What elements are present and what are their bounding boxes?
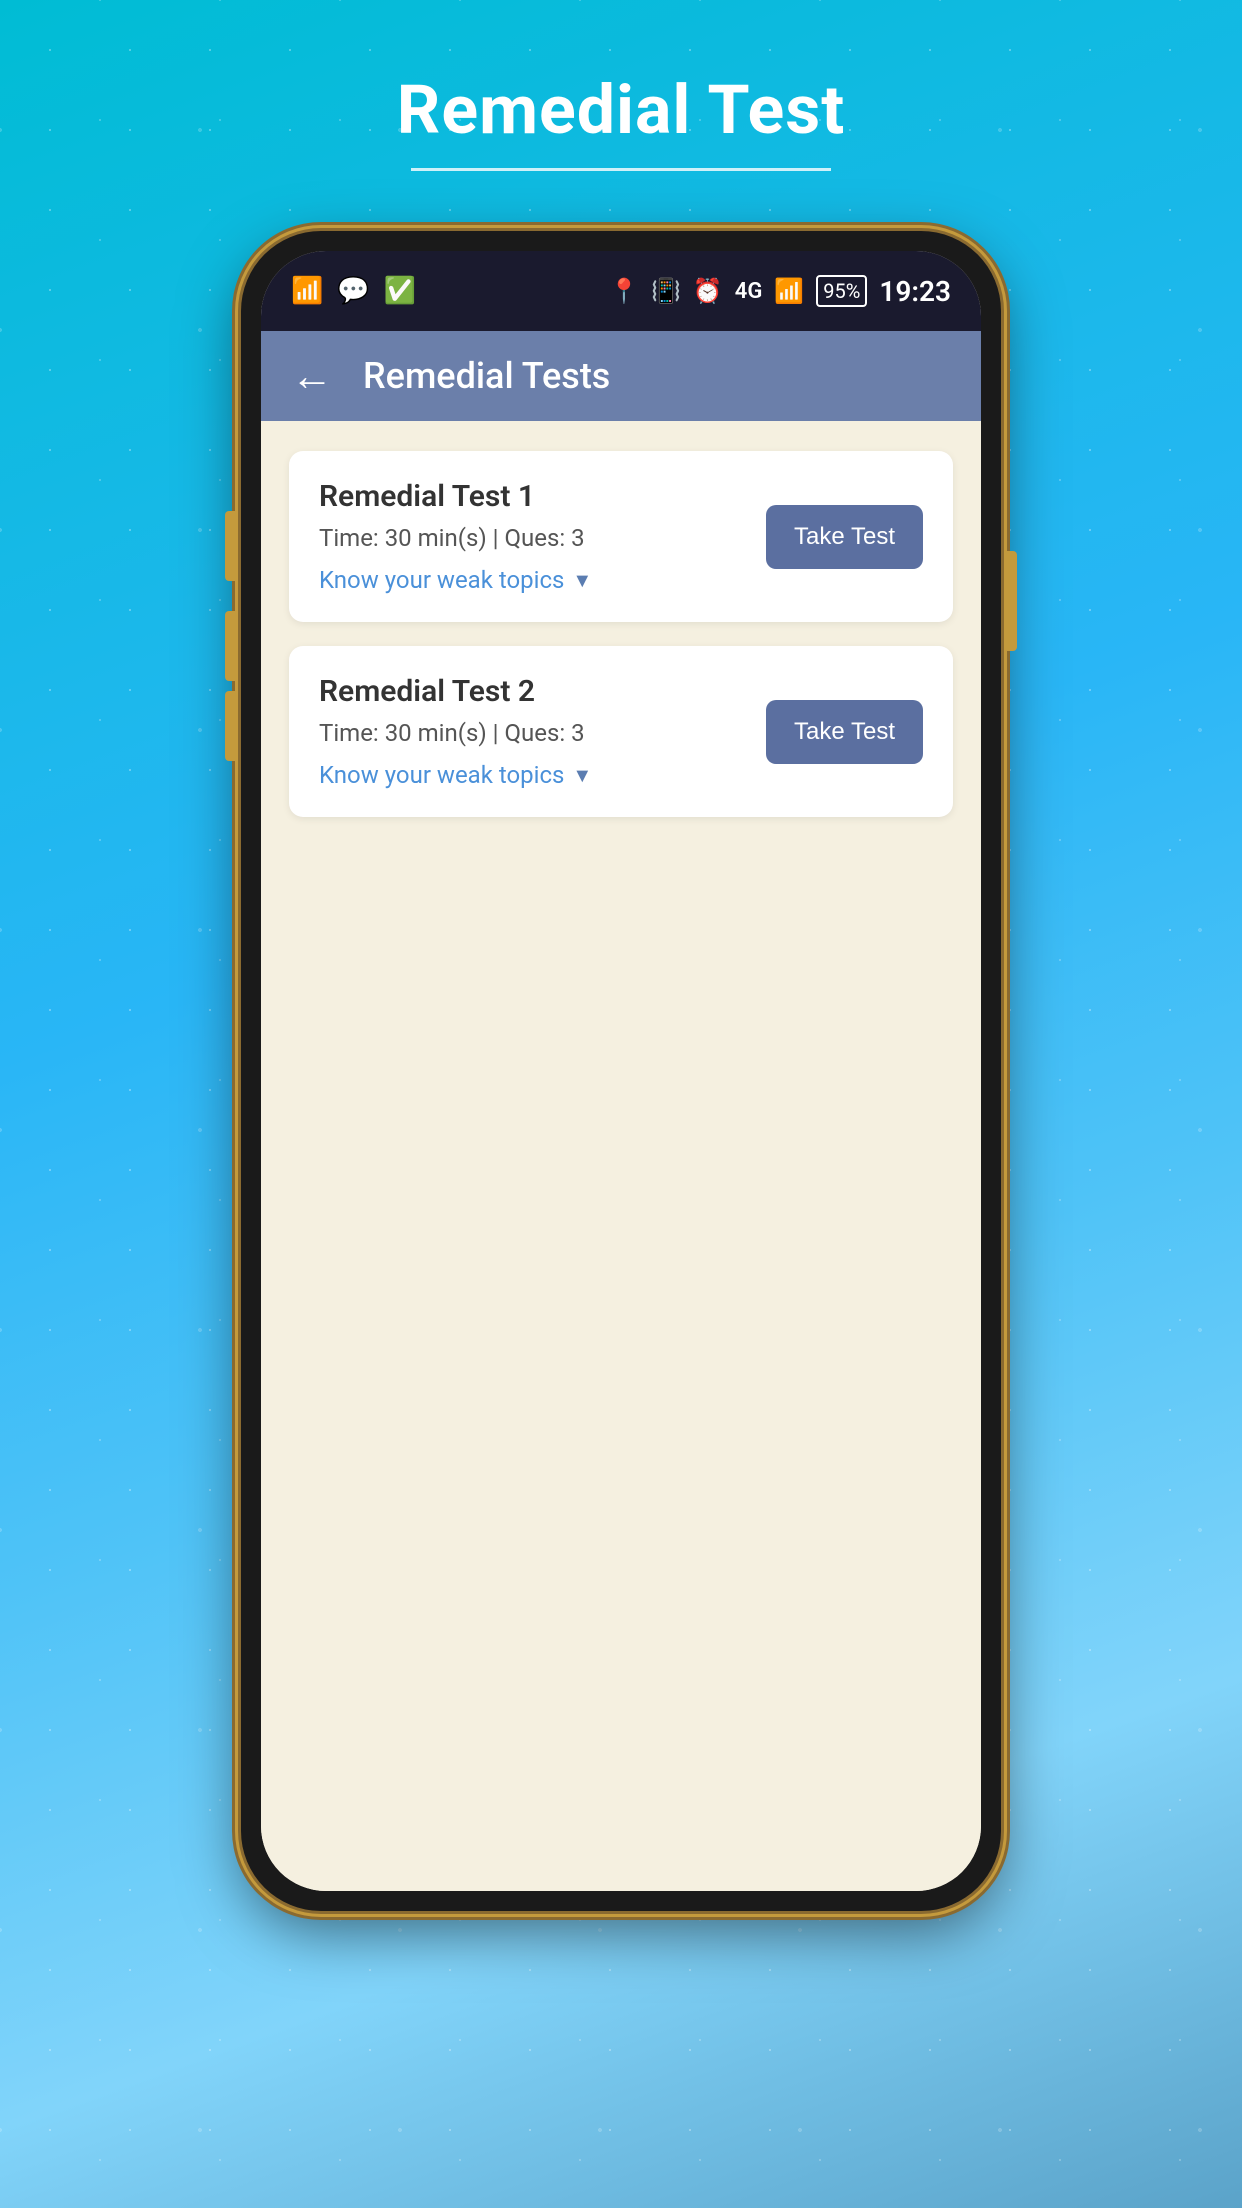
page-title-section: Remedial Test [397,70,845,171]
app-header: ← Remedial Tests [261,331,981,421]
test-1-name: Remedial Test 1 [319,479,766,514]
status-bar: 📶 💬 ✅ 📍 📳 ⏰ 4G 📶 95% 19:23 [261,251,981,331]
test-card-1-left: Remedial Test 1 Time: 30 min(s) | Ques: … [319,479,766,594]
phone-frame: 📶 💬 ✅ 📍 📳 ⏰ 4G 📶 95% 19:23 ← Remedial Te… [241,231,1001,1911]
check-icon: ✅ [384,276,416,306]
test-1-meta: Time: 30 min(s) | Ques: 3 [319,524,766,552]
status-left-icons: 📶 💬 ✅ [291,276,416,306]
location-icon: 📍 [609,277,639,305]
test-card-1: Remedial Test 1 Time: 30 min(s) | Ques: … [289,451,953,622]
signal-icon: 📶 [774,277,804,305]
test-2-weak-topics-label: Know your weak topics [319,761,564,789]
battery-label: 95% [816,275,867,307]
alarm-icon: ⏰ [693,277,723,305]
test-2-dropdown-icon: ▼ [572,763,592,788]
test-1-weak-topics-label: Know your weak topics [319,566,564,594]
test-1-dropdown-icon: ▼ [572,568,592,593]
test-card-2-left: Remedial Test 2 Time: 30 min(s) | Ques: … [319,674,766,789]
message-icon: 💬 [337,276,369,306]
test-2-meta: Time: 30 min(s) | Ques: 3 [319,719,766,747]
back-button[interactable]: ← [291,352,333,401]
content-area: Remedial Test 1 Time: 30 min(s) | Ques: … [261,421,981,1891]
status-right-icons: 📍 📳 ⏰ 4G 📶 95% 19:23 [609,275,951,308]
clock-time: 19:23 [879,275,951,308]
network-label: 4G [735,279,763,304]
wifi-icon: 📶 [291,276,323,306]
test-2-name: Remedial Test 2 [319,674,766,709]
test-1-take-test-button[interactable]: Take Test [766,505,923,569]
page-title: Remedial Test [397,70,845,150]
test-card-2: Remedial Test 2 Time: 30 min(s) | Ques: … [289,646,953,817]
title-underline [411,168,831,171]
phone-inner: 📶 💬 ✅ 📍 📳 ⏰ 4G 📶 95% 19:23 ← Remedial Te… [261,251,981,1891]
test-2-take-test-button[interactable]: Take Test [766,700,923,764]
test-1-weak-topics[interactable]: Know your weak topics ▼ [319,566,766,594]
header-title: Remedial Tests [363,355,610,397]
test-2-weak-topics[interactable]: Know your weak topics ▼ [319,761,766,789]
vibrate-icon: 📳 [651,277,681,305]
